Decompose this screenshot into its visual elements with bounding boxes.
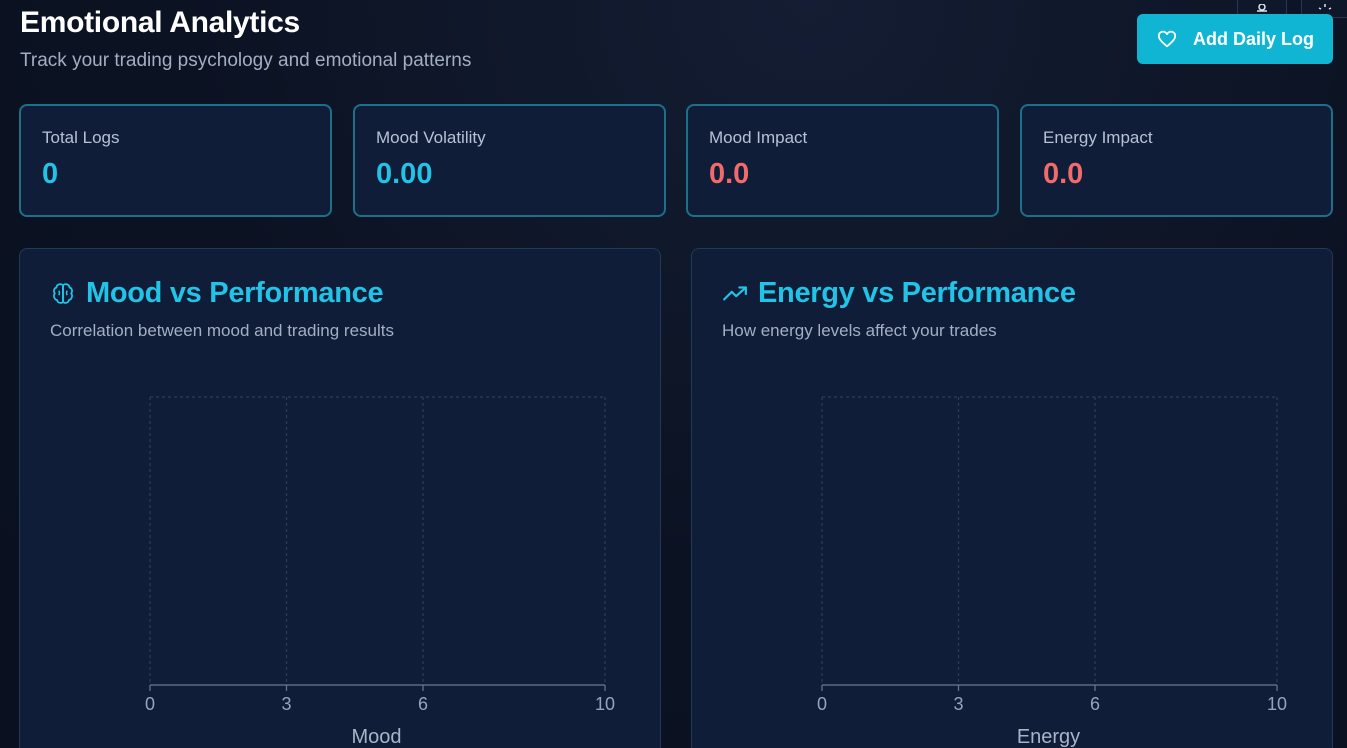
stat-label: Mood Volatility — [376, 128, 486, 147]
stat-label: Total Logs — [42, 128, 120, 147]
stat-card-mood-volatility: Mood Volatility 0.00 — [353, 104, 666, 217]
stat-label: Mood Impact — [709, 128, 808, 147]
heart-icon — [1157, 30, 1177, 48]
x-tick-label: 3 — [953, 694, 963, 714]
settings-icon — [1257, 3, 1267, 12]
x-tick-label: 6 — [1090, 694, 1100, 714]
energy-performance-panel: Energy vs Performance How energy levels … — [691, 248, 1333, 748]
x-tick-label: 10 — [595, 694, 615, 714]
x-tick-label: 0 — [817, 694, 827, 714]
stats-row: Total Logs 0 Mood Volatility 0.00 Mood I… — [19, 104, 1333, 217]
page-subtitle: Track your trading psychology and emotio… — [20, 50, 472, 71]
mood-performance-panel: Mood vs Performance Correlation between … — [19, 248, 661, 748]
add-daily-log-label: Add Daily Log — [1193, 28, 1314, 49]
stat-value: 0.0 — [1043, 158, 1084, 190]
stat-value: 0.0 — [709, 158, 750, 190]
x-axis-title: Energy — [1017, 726, 1080, 748]
mood-chart: 0 3 6 10 Mood — [145, 396, 615, 748]
x-tick-label: 3 — [281, 694, 291, 714]
stat-label: Energy Impact — [1043, 128, 1153, 147]
page-header: Emotional Analytics Track your trading p… — [20, 6, 471, 72]
x-tick-label: 6 — [418, 694, 428, 714]
stat-value: 0 — [42, 158, 59, 190]
stat-card-total-logs: Total Logs 0 — [19, 104, 332, 217]
x-axis-title: Mood — [351, 726, 401, 748]
add-daily-log-button[interactable]: Add Daily Log — [1137, 14, 1333, 64]
stat-card-mood-impact: Mood Impact 0.0 — [686, 104, 999, 217]
page-title: Emotional Analytics — [20, 6, 300, 39]
stat-card-energy-impact: Energy Impact 0.0 — [1020, 104, 1333, 217]
x-tick-label: 0 — [145, 694, 155, 714]
sun-icon — [1318, 3, 1331, 10]
energy-chart: 0 3 6 10 Energy — [817, 396, 1287, 748]
stat-value: 0.00 — [376, 158, 433, 190]
x-tick-label: 10 — [1267, 694, 1287, 714]
